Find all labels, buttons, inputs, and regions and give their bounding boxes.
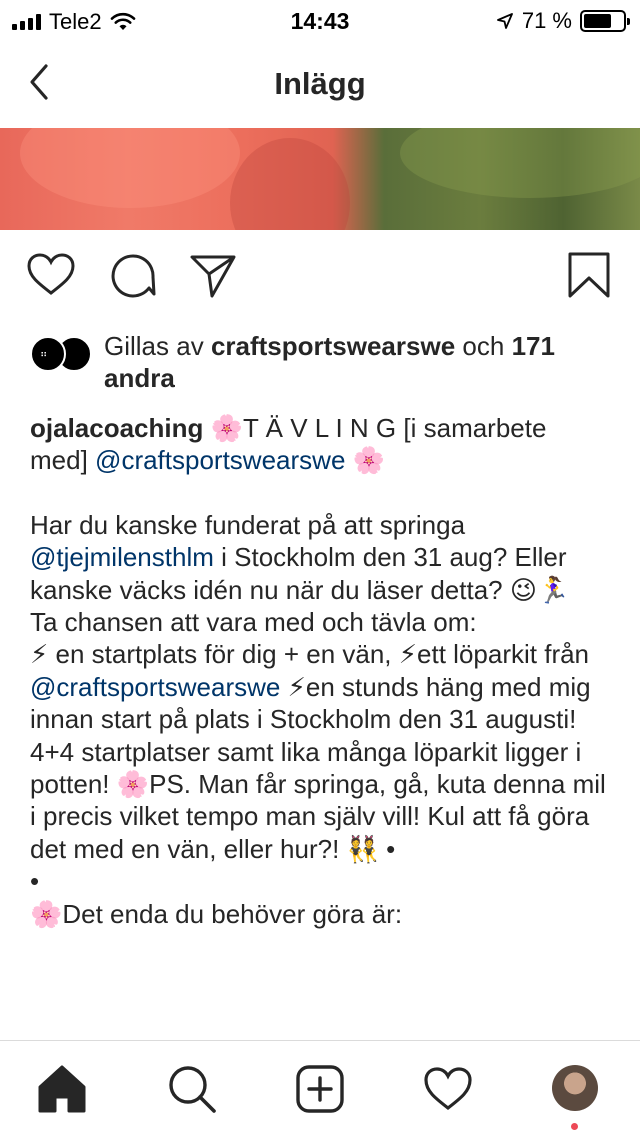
likes-conjunction: och: [462, 331, 505, 361]
image-shadow: [230, 138, 350, 230]
flower-emoji: 🌸: [30, 898, 63, 929]
caption-paragraph: 4+4 startplatser samt lika många löparki…: [30, 736, 610, 866]
heart-icon: [27, 253, 75, 295]
post-image[interactable]: [0, 128, 640, 230]
wink-emoji: 😉: [509, 574, 537, 605]
comment-icon: [111, 254, 156, 298]
flower-emoji: 🌸: [210, 413, 243, 443]
caption-username[interactable]: ojalacoaching: [30, 413, 203, 443]
nav-bar: Inlägg: [0, 40, 640, 128]
bookmark-icon: [568, 252, 610, 298]
caption-paragraph: ⚡ en startplats för dig + en vän, ⚡ett l…: [30, 638, 610, 735]
liker-avatars: ⠶: [30, 336, 96, 372]
caption-paragraph: Ta chansen att vara med och tävla om:: [30, 607, 477, 638]
caption-text: Det enda du behöver göra är:: [62, 898, 403, 929]
tab-search[interactable]: [166, 1063, 218, 1115]
caption-paragraph: 🌸Det enda du behöver göra är:: [30, 898, 610, 930]
liker-username[interactable]: craftsportswearswe: [211, 331, 455, 361]
like-button[interactable]: [26, 250, 76, 300]
caption-text: en startplats för dig + en vän,: [55, 639, 392, 670]
runner-emoji: 🏃‍♀️: [536, 574, 570, 605]
comment-button[interactable]: [108, 250, 158, 300]
dancers-emoji: 👯: [346, 833, 379, 864]
notification-dot: [571, 1123, 578, 1130]
tab-home[interactable]: [36, 1063, 88, 1115]
tab-new-post[interactable]: [294, 1063, 346, 1115]
bullet: •: [386, 833, 396, 864]
caption-text: ett löparkit från: [417, 639, 590, 670]
battery-percent: 71 %: [521, 8, 572, 33]
share-button[interactable]: [188, 250, 238, 300]
home-icon: [38, 1065, 86, 1113]
status-bar: Tele2 14:43 71 %: [0, 0, 640, 40]
likes-summary: Gillas av craftsportswearswe och 171 and…: [104, 330, 620, 394]
caption-text: Har du kanske funderat på att springa: [30, 509, 466, 540]
page-title: Inlägg: [274, 66, 366, 101]
likes-prefix: Gillas av: [104, 331, 204, 361]
tab-bar: [0, 1040, 640, 1136]
activity-heart-icon: [424, 1067, 472, 1111]
image-highlight: [20, 128, 240, 208]
lightning-emoji: ⚡: [30, 639, 49, 670]
flower-emoji: 🌸: [352, 445, 386, 476]
mention-link[interactable]: @craftsportswearswe: [95, 445, 345, 475]
status-right: 71 %: [496, 8, 630, 34]
likes-others[interactable]: andra: [104, 363, 175, 393]
avatar: ⠶: [30, 336, 66, 372]
mention-link[interactable]: @tjejmilensthlm: [30, 542, 214, 572]
lightning-emoji: ⚡: [398, 639, 418, 670]
lightning-emoji: ⚡: [287, 671, 306, 702]
location-arrow-icon: [496, 13, 513, 29]
battery-fill: [584, 14, 611, 28]
caption-line: ojalacoaching 🌸T Ä V L I N G [i samarbet…: [30, 412, 610, 477]
image-grass: [400, 128, 640, 198]
search-icon: [169, 1066, 216, 1113]
add-post-icon: [296, 1065, 344, 1113]
tab-profile-avatar[interactable]: [552, 1065, 598, 1111]
mention-link[interactable]: @craftsportswearswe: [30, 672, 280, 702]
caption-paragraph: •: [30, 866, 40, 897]
battery-icon: [580, 10, 630, 32]
likes-count[interactable]: 171: [512, 331, 555, 361]
post-actions: [0, 250, 640, 310]
save-button[interactable]: [564, 250, 614, 300]
share-icon: [190, 255, 236, 298]
flower-emoji: 🌸: [116, 769, 150, 800]
caption-paragraph: Har du kanske funderat på att springa @t…: [30, 509, 610, 606]
tab-activity[interactable]: [422, 1063, 474, 1115]
likes-row[interactable]: ⠶ Gillas av craftsportswearswe och 171 a…: [30, 330, 620, 394]
post-caption: ojalacoaching 🌸T Ä V L I N G [i samarbet…: [30, 412, 610, 930]
